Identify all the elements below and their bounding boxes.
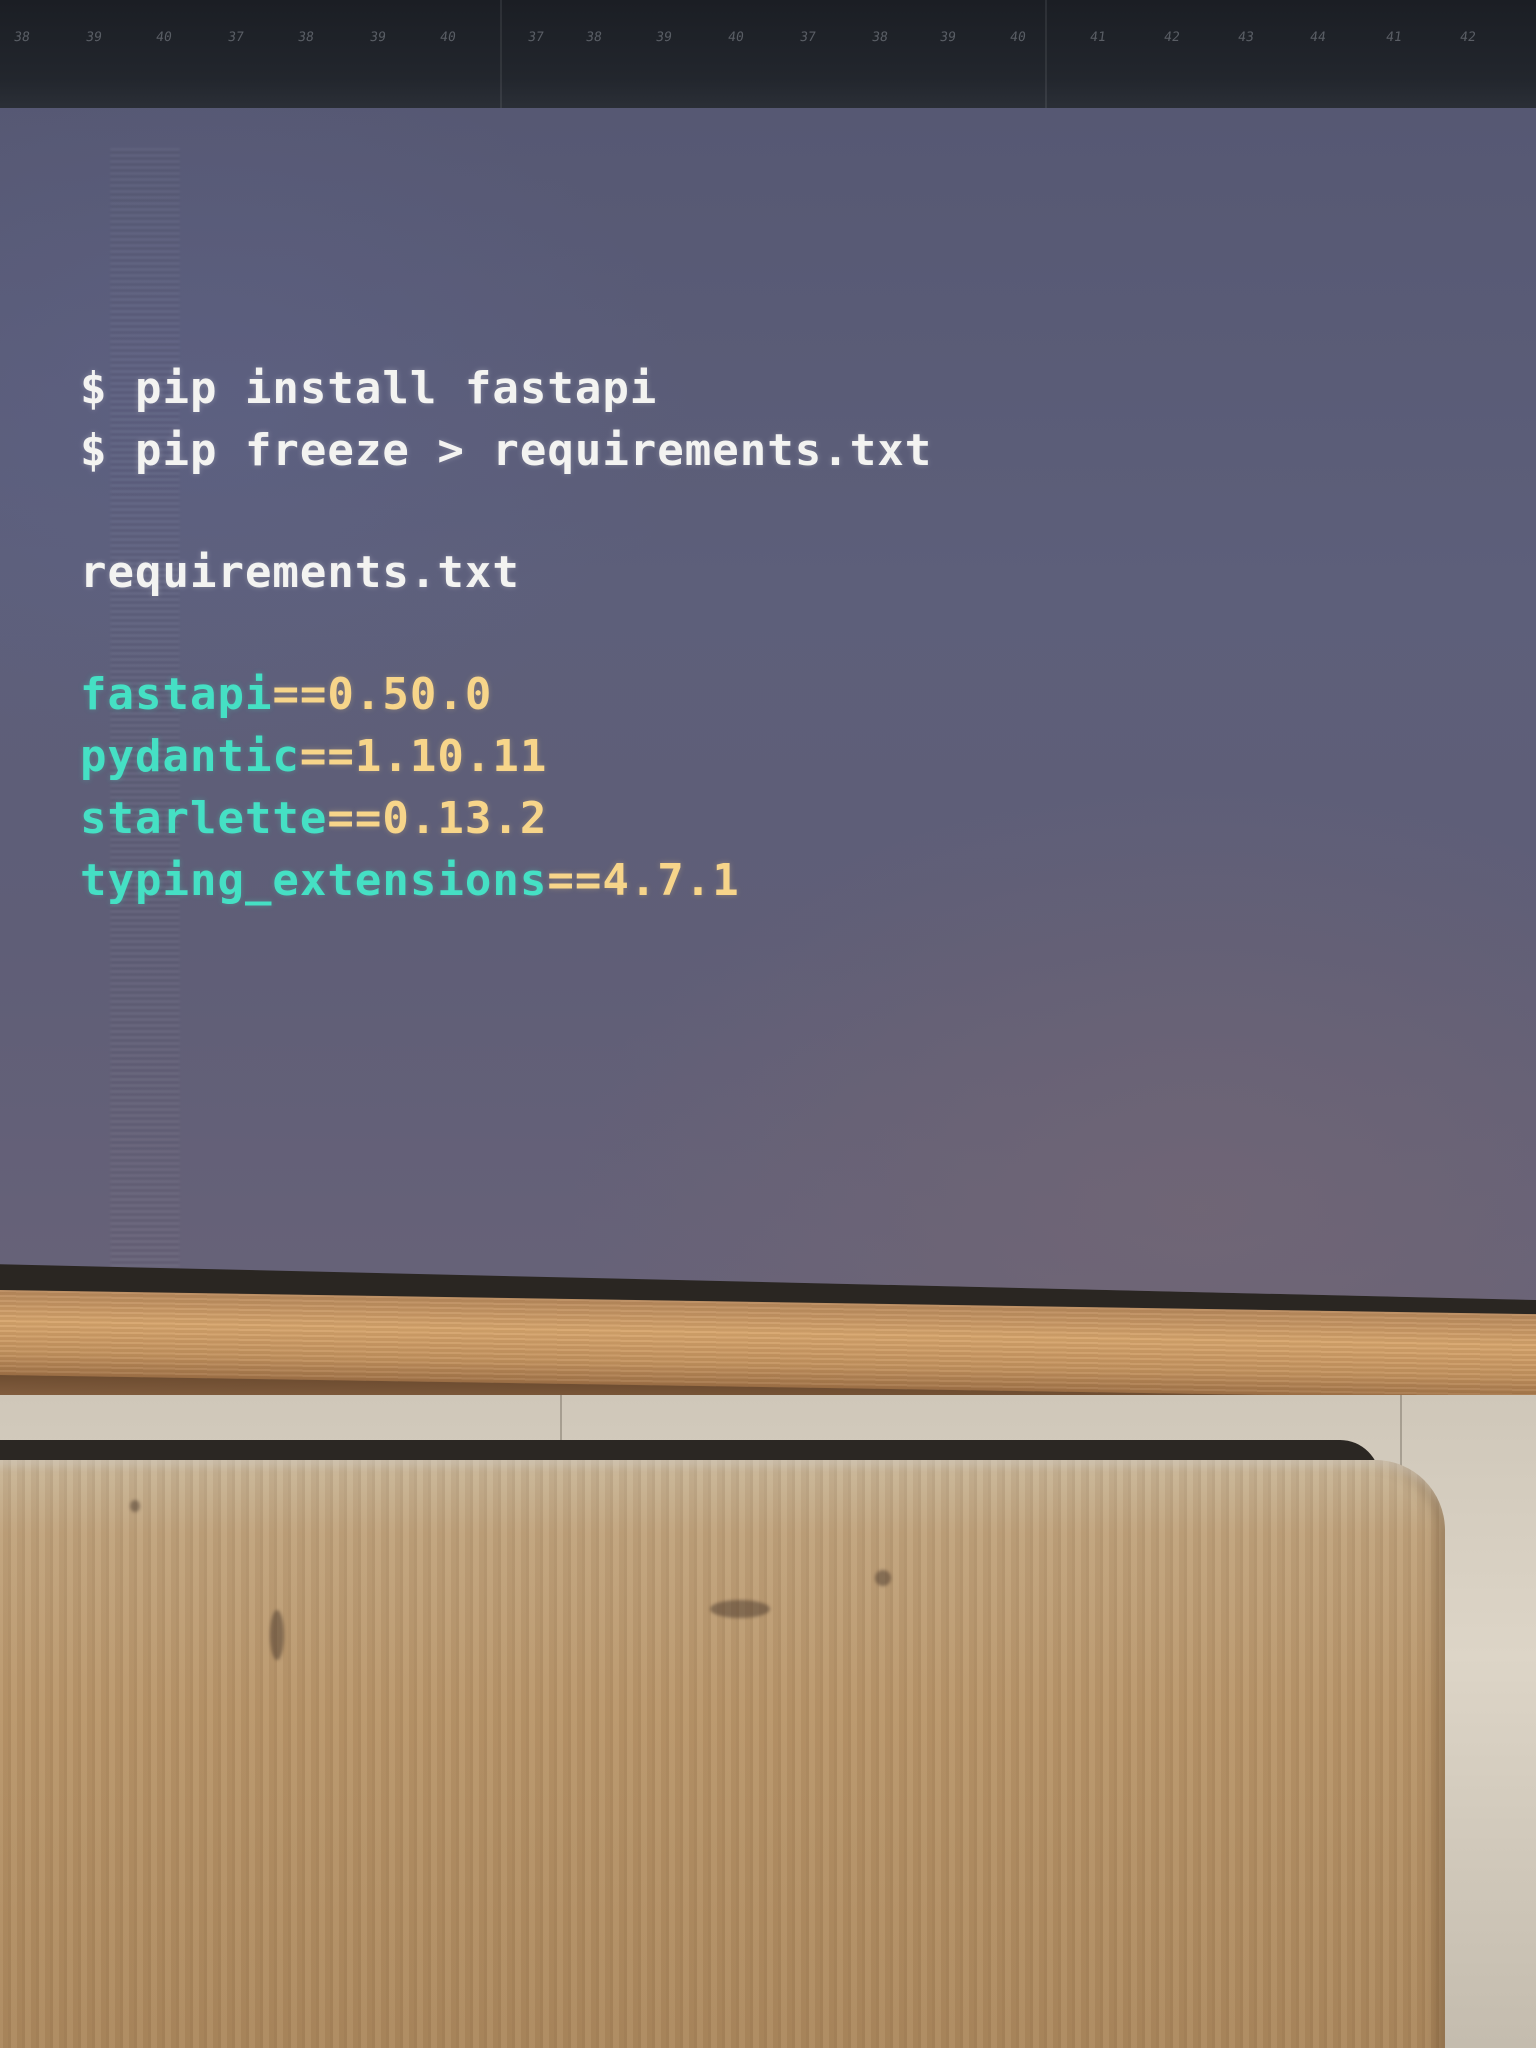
command-line: $ pip freeze > requirements.txt	[80, 425, 933, 476]
screen-top-bar: 38 39 40 37 38 39 40 37 38 39 40 37 38 3…	[0, 0, 1536, 112]
ruler-number: 42	[1458, 30, 1477, 45]
ruler-number: 37	[526, 30, 545, 45]
requirement-line: pydantic==1.10.11	[80, 726, 932, 788]
package-version: 0.50.0	[327, 669, 493, 720]
command-line: $ pip install fastapi	[80, 363, 658, 414]
package-name: pydantic	[80, 731, 300, 782]
package-name: fastapi	[80, 669, 273, 720]
requirement-line: starlette==0.13.2	[80, 788, 932, 850]
ruler-number: 40	[438, 30, 457, 45]
package-version: 1.10.11	[354, 731, 548, 782]
ruler-number: 43	[1236, 30, 1255, 45]
chair-back	[0, 1460, 1445, 2048]
version-separator: ==	[547, 855, 603, 906]
package-version: 0.13.2	[382, 793, 548, 844]
requirement-line: fastapi==0.50.0	[80, 664, 932, 726]
ruler-number: 40	[154, 30, 173, 45]
ruler-number: 40	[1008, 30, 1027, 45]
ruler-number: 44	[1308, 30, 1327, 45]
ruler-number: 39	[654, 30, 673, 45]
ruler-number: 38	[296, 30, 315, 45]
ruler-number: 40	[726, 30, 745, 45]
chair-mark	[710, 1600, 770, 1618]
ruler-number: 42	[1162, 30, 1181, 45]
version-separator: ==	[327, 793, 383, 844]
ruler-numbers: 38 39 40 37 38 39 40 37 38 39 40 37 38 3…	[0, 30, 1536, 60]
package-version: 4.7.1	[602, 855, 740, 906]
package-name: starlette	[80, 793, 328, 844]
file-heading: requirements.txt	[80, 547, 520, 598]
terminal-text: $ pip install fastapi $ pip freeze > req…	[80, 358, 932, 912]
ruler-number: 39	[368, 30, 387, 45]
ruler-number: 38	[870, 30, 889, 45]
version-separator: ==	[272, 669, 328, 720]
requirement-line: typing_extensions==4.7.1	[80, 850, 932, 912]
package-name: typing_extensions	[80, 855, 548, 906]
ruler-number: 38	[584, 30, 603, 45]
ruler-number: 41	[1088, 30, 1107, 45]
ruler-number: 37	[226, 30, 245, 45]
chair-mark	[130, 1500, 140, 1512]
photo-scene: 38 39 40 37 38 39 40 37 38 39 40 37 38 3…	[0, 0, 1536, 2048]
ruler-number: 41	[1384, 30, 1403, 45]
ruler-number: 39	[938, 30, 957, 45]
ruler-number: 39	[84, 30, 103, 45]
projection-screen: $ pip install fastapi $ pip freeze > req…	[0, 108, 1536, 1300]
ruler-number: 37	[798, 30, 817, 45]
ruler-number: 38	[12, 30, 31, 45]
chair-mark	[270, 1610, 284, 1660]
chair-mark	[875, 1570, 891, 1586]
version-separator: ==	[299, 731, 355, 782]
